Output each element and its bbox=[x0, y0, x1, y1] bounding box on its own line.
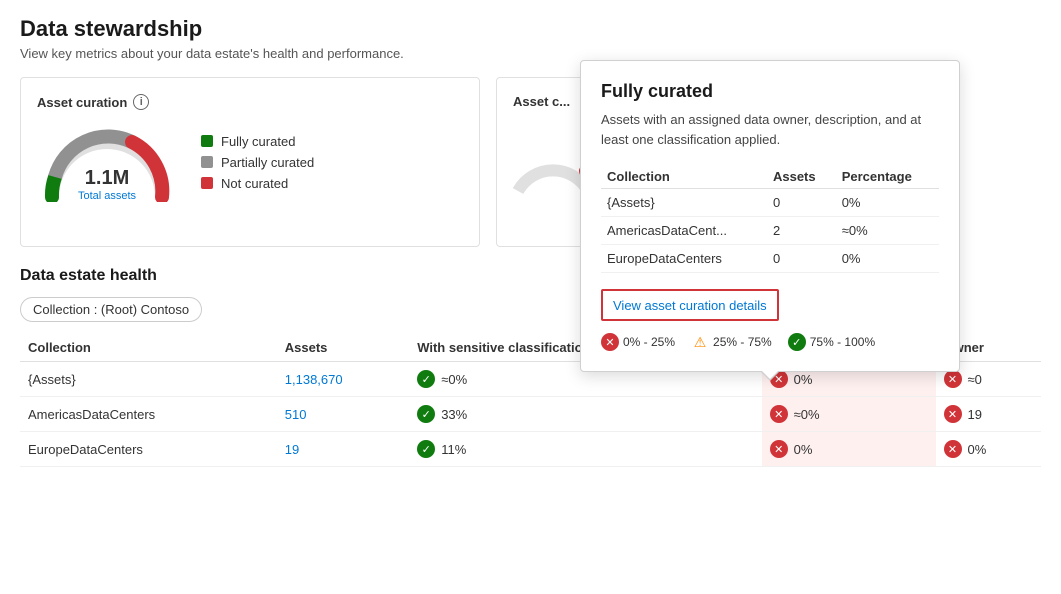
tt-row3-assets: 0 bbox=[767, 245, 836, 273]
row3-assets[interactable]: 19 bbox=[277, 432, 409, 467]
gauge-container: 1.1M Total assets bbox=[37, 122, 177, 202]
gauge-value: 1.1M bbox=[78, 167, 136, 190]
col-assets: Assets bbox=[277, 334, 409, 362]
legend-fully-curated-label: Fully curated bbox=[221, 134, 295, 149]
row2-curated-value: ≈0% bbox=[794, 407, 820, 422]
tt-row2-collection: AmericasDataCent... bbox=[601, 217, 767, 245]
row2-sensitive: ✓ 33% bbox=[409, 397, 761, 432]
row1-sensitive-value: ≈0% bbox=[441, 372, 467, 387]
tt-row2-assets: 2 bbox=[767, 217, 836, 245]
tooltip-table: Collection Assets Percentage {Assets} 0 … bbox=[601, 165, 939, 273]
asset-curation-title: Asset curation bbox=[37, 95, 127, 110]
table-row: AmericasDataCenters 510 ✓ 33% ✕ ≈0% bbox=[20, 397, 1041, 432]
legend-red-icon: ✕ bbox=[601, 333, 619, 351]
row2-collection: AmericasDataCenters bbox=[20, 397, 277, 432]
row3-owner: ✕ 0% bbox=[936, 432, 1042, 467]
row3-sensitive: ✓ 11% bbox=[409, 432, 761, 467]
legend-warn-icon: ⚠ bbox=[691, 333, 709, 351]
tt-row: {Assets} 0 0% bbox=[601, 189, 939, 217]
not-curated-dot bbox=[201, 177, 213, 189]
view-link-wrapper[interactable]: View asset curation details bbox=[601, 289, 779, 321]
row1-owner-icon: ✕ bbox=[944, 370, 962, 388]
row1-owner-value: ≈0 bbox=[968, 372, 982, 387]
row3-sensitive-icon: ✓ bbox=[417, 440, 435, 458]
row1-curated-value: 0% bbox=[794, 372, 813, 387]
tt-row: AmericasDataCent... 2 ≈0% bbox=[601, 217, 939, 245]
row1-sensitive-icon: ✓ bbox=[417, 370, 435, 388]
fully-curated-dot bbox=[201, 135, 213, 147]
tt-col-collection: Collection bbox=[601, 165, 767, 189]
asset-curation-card: Asset curation i bbox=[20, 77, 480, 247]
legend-green: ✓ 75% - 100% bbox=[788, 333, 875, 351]
tooltip-title: Fully curated bbox=[601, 81, 939, 102]
row1-collection: {Assets} bbox=[20, 362, 277, 397]
legend-red-label: 0% - 25% bbox=[623, 335, 675, 349]
legend-not-curated: Not curated bbox=[201, 176, 314, 191]
collection-filter[interactable]: Collection : (Root) Contoso bbox=[20, 297, 202, 322]
page-subtitle: View key metrics about your data estate'… bbox=[20, 46, 1041, 61]
row3-curated-icon: ✕ bbox=[770, 440, 788, 458]
tt-row2-percentage: ≈0% bbox=[836, 217, 939, 245]
view-asset-curation-link[interactable]: View asset curation details bbox=[613, 298, 767, 313]
legend-warn-label: 25% - 75% bbox=[713, 335, 772, 349]
tt-row1-collection: {Assets} bbox=[601, 189, 767, 217]
partially-curated-dot bbox=[201, 156, 213, 168]
row2-assets[interactable]: 510 bbox=[277, 397, 409, 432]
page-title: Data stewardship bbox=[20, 16, 1041, 42]
legend-partially-curated: Partially curated bbox=[201, 155, 314, 170]
gauge-legend: Fully curated Partially curated Not cura… bbox=[201, 134, 314, 191]
row3-collection: EuropeDataCenters bbox=[20, 432, 277, 467]
legend-partially-curated-label: Partially curated bbox=[221, 155, 314, 170]
legend-fully-curated: Fully curated bbox=[201, 134, 314, 149]
row3-owner-value: 0% bbox=[968, 442, 987, 457]
tt-row3-percentage: 0% bbox=[836, 245, 939, 273]
row1-assets[interactable]: 1,138,670 bbox=[277, 362, 409, 397]
asset-cert-title: Asset c... bbox=[513, 94, 570, 109]
tooltip-legend: ✕ 0% - 25% ⚠ 25% - 75% ✓ 75% - 100% bbox=[601, 333, 939, 351]
tt-row1-percentage: 0% bbox=[836, 189, 939, 217]
legend-green-icon: ✓ bbox=[788, 333, 806, 351]
row3-curated: ✕ 0% bbox=[762, 432, 936, 467]
table-row: EuropeDataCenters 19 ✓ 11% ✕ 0% bbox=[20, 432, 1041, 467]
row2-curated: ✕ ≈0% bbox=[762, 397, 936, 432]
row2-sensitive-value: 33% bbox=[441, 407, 467, 422]
legend-not-curated-label: Not curated bbox=[221, 176, 288, 191]
row2-sensitive-icon: ✓ bbox=[417, 405, 435, 423]
row3-owner-icon: ✕ bbox=[944, 440, 962, 458]
row2-owner-icon: ✕ bbox=[944, 405, 962, 423]
info-icon[interactable]: i bbox=[133, 94, 149, 110]
tt-row1-assets: 0 bbox=[767, 189, 836, 217]
tt-row: EuropeDataCenters 0 0% bbox=[601, 245, 939, 273]
collection-filter-label: Collection : (Root) Contoso bbox=[33, 302, 189, 317]
row3-sensitive-value: 11% bbox=[441, 442, 466, 457]
tooltip-description: Assets with an assigned data owner, desc… bbox=[601, 110, 939, 149]
tt-row3-collection: EuropeDataCenters bbox=[601, 245, 767, 273]
tooltip-popup: Fully curated Assets with an assigned da… bbox=[580, 60, 960, 372]
legend-red: ✕ 0% - 25% bbox=[601, 333, 675, 351]
row3-curated-value: 0% bbox=[794, 442, 813, 457]
tooltip-arrow-inner bbox=[761, 370, 779, 379]
gauge-label: Total assets bbox=[78, 190, 136, 202]
legend-green-label: 75% - 100% bbox=[810, 335, 875, 349]
row2-curated-icon: ✕ bbox=[770, 405, 788, 423]
tt-col-percentage: Percentage bbox=[836, 165, 939, 189]
tt-col-assets: Assets bbox=[767, 165, 836, 189]
legend-warn: ⚠ 25% - 75% bbox=[691, 333, 772, 351]
row2-owner: ✕ 19 bbox=[936, 397, 1042, 432]
col-collection: Collection bbox=[20, 334, 277, 362]
row2-owner-value: 19 bbox=[968, 407, 982, 422]
